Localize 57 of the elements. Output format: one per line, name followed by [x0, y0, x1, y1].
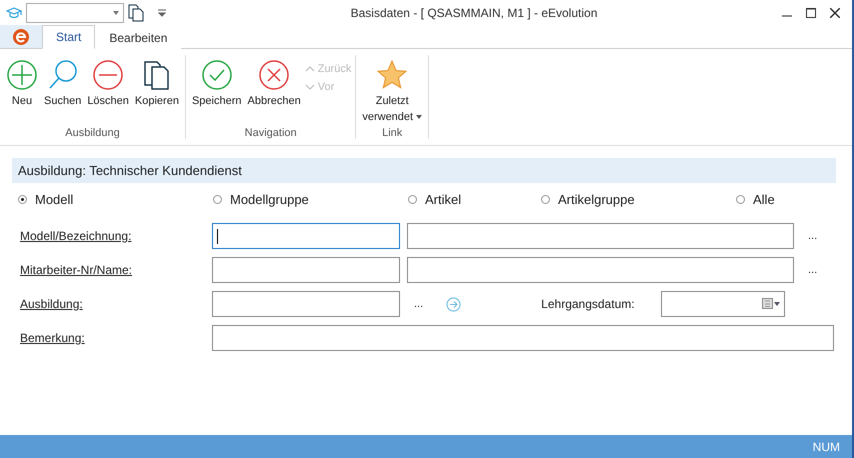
- input-field[interactable]: [407, 257, 794, 283]
- ribbon-button[interactable]: Suchen: [42, 55, 84, 127]
- field-label: Mitarbeiter-Nr/Name:: [20, 263, 134, 277]
- maximize-icon[interactable]: [806, 8, 816, 18]
- input-field[interactable]: [212, 257, 400, 283]
- group-label: Navigation: [244, 127, 298, 139]
- star-icon: [376, 59, 408, 91]
- date-field[interactable]: [660, 291, 785, 317]
- radio-icon[interactable]: [213, 194, 222, 204]
- browse-button[interactable]: ...: [414, 298, 424, 310]
- logo-icon[interactable]: [12, 28, 30, 46]
- radio-option[interactable]: Modell: [18, 192, 213, 206]
- group-label: Ausbildung: [64, 127, 121, 139]
- radio-option[interactable]: Artikel: [408, 192, 541, 206]
- search-icon: [46, 59, 79, 91]
- close-icon[interactable]: [830, 8, 840, 18]
- radio-icon[interactable]: [736, 194, 745, 204]
- radio-icon[interactable]: [541, 194, 550, 204]
- input-field[interactable]: [212, 223, 400, 249]
- ribbon-button[interactable]: Neu: [4, 55, 40, 127]
- field-label: Ausbildung:: [20, 297, 84, 311]
- arrow-right-icon[interactable]: [446, 296, 462, 312]
- ribbon-tab[interactable]: Start: [42, 25, 96, 49]
- minus-icon: [92, 59, 124, 91]
- ribbon-button[interactable]: Zuletzt verwendet: [360, 55, 424, 127]
- radio-option[interactable]: Artikelgruppe: [541, 192, 736, 206]
- field-label: Bemerkung:: [20, 331, 86, 345]
- caret-icon: [113, 10, 119, 14]
- add-icon: [6, 59, 38, 91]
- chevron-down-icon: [304, 83, 315, 91]
- ribbon-button[interactable]: Abbrechen: [246, 55, 303, 127]
- panel-header: Ausbildung: Technischer Kundendienst: [12, 158, 836, 183]
- caret-icon: [416, 115, 422, 119]
- ribbon-button[interactable]: Löschen: [85, 55, 131, 127]
- calendar-icon[interactable]: [762, 298, 780, 310]
- radio-option[interactable]: Alle: [736, 192, 816, 206]
- graduation-cap-icon[interactable]: [6, 6, 22, 18]
- customize-icon[interactable]: [158, 8, 166, 16]
- radio-option[interactable]: Modellgruppe: [213, 192, 408, 206]
- radio-icon[interactable]: [18, 194, 27, 204]
- status-text: NUM: [812, 440, 840, 454]
- checkmark-icon: [200, 59, 233, 91]
- field-label: Lehrgangsdatum:: [541, 297, 635, 311]
- input-field[interactable]: [407, 223, 794, 249]
- radio-icon[interactable]: [408, 194, 417, 204]
- field-label: Modell/Bezeichnung:: [20, 229, 132, 243]
- cancel-icon: [258, 59, 290, 91]
- input-field[interactable]: [212, 291, 400, 317]
- input-field[interactable]: [212, 325, 834, 351]
- window-title: Basisdaten - [ QSASMMAIN, M1 ] - eEvolution: [350, 6, 598, 20]
- browse-button[interactable]: ...: [808, 264, 818, 276]
- browse-button[interactable]: ...: [808, 230, 818, 242]
- ribbon-button[interactable]: Speichern: [190, 55, 244, 127]
- chevron-up-icon: [304, 65, 315, 73]
- group-label: Link: [381, 127, 404, 139]
- copy-icon[interactable]: [128, 4, 144, 22]
- ribbon-button[interactable]: Kopieren: [132, 55, 181, 127]
